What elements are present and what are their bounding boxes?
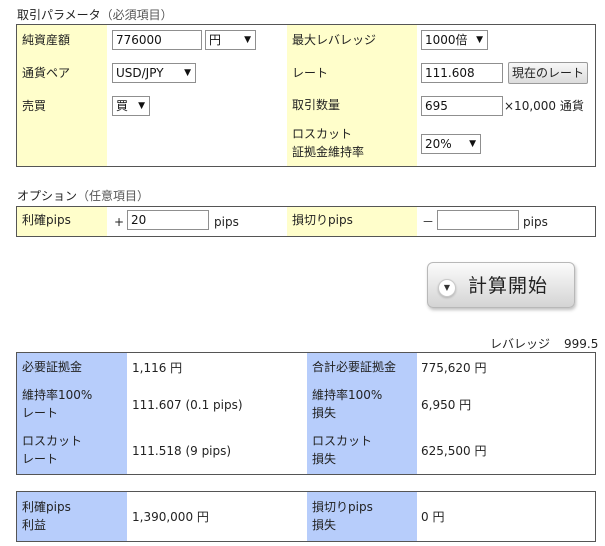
max-leverage-select[interactable]: 1000倍 ▼ <box>421 30 488 50</box>
volume-label: 取引数量 <box>292 98 341 112</box>
maint100-loss-label-line2: 損失 <box>312 406 337 420</box>
calculate-button-label: 計算開始 <box>468 275 549 297</box>
leverage-result-value: 999.5 <box>564 337 599 351</box>
take-profit-sign: + <box>114 215 125 229</box>
side-value: 買 <box>116 99 129 113</box>
params-note: （必須項目） <box>100 8 173 22</box>
losscut-loss-label-line1: ロスカット <box>312 434 373 448</box>
maint100-loss-label-line1: 維持率100% <box>312 388 383 402</box>
max-leverage-label: 最大レバレッジ <box>292 33 377 47</box>
stop-loss-label: 損切りpips <box>292 213 353 227</box>
stop-loss-result-label-line2: 損失 <box>312 518 337 532</box>
chevron-down-icon: ▼ <box>476 35 483 45</box>
net-assets-label: 純資産額 <box>22 33 71 47</box>
pips-results-frame <box>16 491 596 542</box>
maint100-rate-label-line2: レート <box>22 406 59 420</box>
take-profit-result-label-line2: 利益 <box>22 518 47 532</box>
losscut-label-line1: ロスカット <box>292 127 353 141</box>
calculate-button[interactable]: ▼ 計算開始 <box>427 262 575 308</box>
results-frame <box>16 352 596 475</box>
losscut-loss-value: 625,500 円 <box>421 444 487 458</box>
take-profit-result-value: 1,390,000 円 <box>132 510 209 524</box>
net-assets-unit-select[interactable]: 円 ▼ <box>205 30 256 50</box>
options-section-title: オプション（任意項目） <box>17 187 149 204</box>
chevron-down-icon: ▼ <box>138 101 145 111</box>
play-icon: ▼ <box>438 279 456 297</box>
total-required-margin-label: 合計必要証拠金 <box>312 360 397 374</box>
side-select[interactable]: 買 ▼ <box>112 96 150 116</box>
losscut-value: 20% <box>425 137 452 151</box>
losscut-rate-label-line2: レート <box>22 452 59 466</box>
losscut-select[interactable]: 20% ▼ <box>421 134 481 154</box>
chevron-down-icon: ▼ <box>184 68 191 78</box>
maint100-loss-value: 6,950 円 <box>421 398 472 412</box>
chevron-down-icon: ▼ <box>469 139 476 149</box>
required-margin-label: 必要証拠金 <box>22 360 83 374</box>
currency-pair-select[interactable]: USD/JPY ▼ <box>112 63 196 83</box>
losscut-rate-value: 111.518 (9 pips) <box>132 444 232 458</box>
currency-pair-value: USD/JPY <box>116 66 164 80</box>
maint100-rate-label-line1: 維持率100% <box>22 388 93 402</box>
take-profit-label: 利確pips <box>22 213 71 227</box>
take-profit-result-label-line1: 利確pips <box>22 500 71 514</box>
volume-unit: ×10,000 通貨 <box>504 99 584 113</box>
required-margin-value: 1,116 円 <box>132 361 183 375</box>
leverage-result-label: レバレッジ <box>490 337 551 351</box>
current-rate-button[interactable]: 現在のレート <box>508 62 588 84</box>
losscut-rate-label-line1: ロスカット <box>22 434 83 448</box>
take-profit-input[interactable]: 20 <box>127 210 209 230</box>
rate-input[interactable]: 111.608 <box>421 63 503 83</box>
volume-input[interactable]: 695 <box>421 96 503 116</box>
stop-loss-unit: pips <box>523 215 548 229</box>
losscut-label-line2: 証拠金維持率 <box>292 145 365 159</box>
max-leverage-value: 1000倍 <box>425 33 468 47</box>
stop-loss-result-label-line1: 損切りpips <box>312 500 373 514</box>
chevron-down-icon: ▼ <box>244 35 251 45</box>
currency-pair-label: 通貨ペア <box>22 66 71 80</box>
options-title: オプション <box>17 189 78 203</box>
maint100-rate-value: 111.607 (0.1 pips) <box>132 398 243 412</box>
options-note: （任意項目） <box>77 189 150 203</box>
rate-label: レート <box>292 66 329 80</box>
losscut-loss-label-line2: 損失 <box>312 452 337 466</box>
stop-loss-sign: － <box>422 215 435 229</box>
params-title: 取引パラメータ <box>17 8 101 22</box>
total-required-margin-value: 775,620 円 <box>421 361 487 375</box>
take-profit-unit: pips <box>214 215 239 229</box>
side-label: 売買 <box>22 99 47 113</box>
stop-loss-input[interactable] <box>437 210 519 230</box>
params-section-title: 取引パラメータ（必須項目） <box>17 6 173 23</box>
net-assets-input[interactable]: 776000 <box>112 30 202 50</box>
stop-loss-result-value: 0 円 <box>421 510 445 524</box>
net-assets-unit-value: 円 <box>209 33 222 47</box>
